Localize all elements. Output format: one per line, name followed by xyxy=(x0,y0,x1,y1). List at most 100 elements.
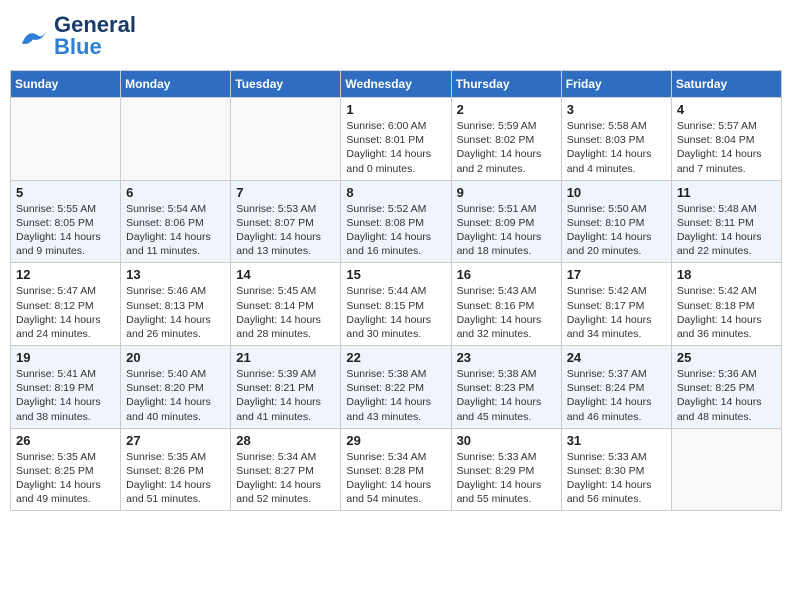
day-number: 2 xyxy=(457,102,556,117)
calendar-week-row: 1Sunrise: 6:00 AMSunset: 8:01 PMDaylight… xyxy=(11,98,782,181)
header: GeneralBlue xyxy=(10,10,782,62)
calendar-cell: 27 Sunrise: 5:35 AMSunset: 8:26 PMDayligh… xyxy=(121,428,231,511)
day-info: Sunrise: 5:40 AMSunset: 8:20 PMDaylight:… xyxy=(126,367,225,424)
calendar-cell: 7Sunrise: 5:53 AMSunset: 8:07 PMDaylight… xyxy=(231,180,341,263)
day-info: Sunrise: 5:34 AMSunset: 8:27 PMDaylight:… xyxy=(236,450,335,507)
day-number: 4 xyxy=(677,102,776,117)
day-number: 8 xyxy=(346,185,445,200)
day-info: Sunrise: 5:39 AMSunset: 8:21 PMDaylight:… xyxy=(236,367,335,424)
day-info: Sunrise: 5:38 AMSunset: 8:23 PMDaylight:… xyxy=(457,367,556,424)
calendar-cell: 21Sunrise: 5:39 AMSunset: 8:21 PMDayligh… xyxy=(231,346,341,429)
day-number: 25 xyxy=(677,350,776,365)
day-number: 6 xyxy=(126,185,225,200)
day-info: Sunrise: 5:55 AMSunset: 8:05 PMDaylight:… xyxy=(16,202,115,259)
calendar-cell: 20 Sunrise: 5:40 AMSunset: 8:20 PMDayligh… xyxy=(121,346,231,429)
day-number: 30 xyxy=(457,433,556,448)
day-number: 28 xyxy=(236,433,335,448)
logo: GeneralBlue xyxy=(18,14,136,58)
calendar-cell xyxy=(671,428,781,511)
day-number: 10 xyxy=(567,185,666,200)
calendar-cell: 18 Sunrise: 5:42 AMSunset: 8:18 PMDayligh… xyxy=(671,263,781,346)
day-number: 26 xyxy=(16,433,115,448)
calendar-week-row: 26 Sunrise: 5:35 AMSunset: 8:25 PMDayligh… xyxy=(11,428,782,511)
calendar-cell: 3 Sunrise: 5:58 AMSunset: 8:03 PMDaylight… xyxy=(561,98,671,181)
calendar-cell xyxy=(231,98,341,181)
day-number: 19 xyxy=(16,350,115,365)
day-info: Sunrise: 5:54 AMSunset: 8:06 PMDaylight:… xyxy=(126,202,225,259)
day-info: Sunrise: 5:44 AMSunset: 8:15 PMDaylight:… xyxy=(346,284,445,341)
day-number: 24 xyxy=(567,350,666,365)
calendar-cell: 19 Sunrise: 5:41 AMSunset: 8:19 PMDayligh… xyxy=(11,346,121,429)
calendar-cell: 22 Sunrise: 5:38 AMSunset: 8:22 PMDayligh… xyxy=(341,346,451,429)
calendar-cell: 11Sunrise: 5:48 AMSunset: 8:11 PMDayligh… xyxy=(671,180,781,263)
day-number: 22 xyxy=(346,350,445,365)
day-number: 23 xyxy=(457,350,556,365)
weekday-header-row: SundayMondayTuesdayWednesdayThursdayFrid… xyxy=(11,71,782,98)
day-number: 16 xyxy=(457,267,556,282)
day-number: 5 xyxy=(16,185,115,200)
day-info: Sunrise: 5:45 AMSunset: 8:14 PMDaylight:… xyxy=(236,284,335,341)
day-info: Sunrise: 5:33 AMSunset: 8:30 PMDaylight:… xyxy=(567,450,666,507)
day-number: 7 xyxy=(236,185,335,200)
day-info: Sunrise: 5:46 AMSunset: 8:13 PMDaylight:… xyxy=(126,284,225,341)
calendar-cell: 31Sunrise: 5:33 AMSunset: 8:30 PMDayligh… xyxy=(561,428,671,511)
day-number: 13 xyxy=(126,267,225,282)
day-info: Sunrise: 5:35 AMSunset: 8:25 PMDaylight:… xyxy=(16,450,115,507)
day-info: Sunrise: 5:42 AMSunset: 8:18 PMDaylight:… xyxy=(677,284,776,341)
calendar-cell: 26 Sunrise: 5:35 AMSunset: 8:25 PMDayligh… xyxy=(11,428,121,511)
calendar-cell: 8Sunrise: 5:52 AMSunset: 8:08 PMDaylight… xyxy=(341,180,451,263)
day-info: Sunrise: 5:41 AMSunset: 8:19 PMDaylight:… xyxy=(16,367,115,424)
calendar-cell: 5 Sunrise: 5:55 AMSunset: 8:05 PMDaylight… xyxy=(11,180,121,263)
day-info: Sunrise: 5:42 AMSunset: 8:17 PMDaylight:… xyxy=(567,284,666,341)
day-info: Sunrise: 5:38 AMSunset: 8:22 PMDaylight:… xyxy=(346,367,445,424)
day-info: Sunrise: 5:48 AMSunset: 8:11 PMDaylight:… xyxy=(677,202,776,259)
day-number: 18 xyxy=(677,267,776,282)
weekday-header-friday: Friday xyxy=(561,71,671,98)
day-number: 9 xyxy=(457,185,556,200)
day-info: Sunrise: 5:58 AMSunset: 8:03 PMDaylight:… xyxy=(567,119,666,176)
calendar-cell: 9 Sunrise: 5:51 AMSunset: 8:09 PMDaylight… xyxy=(451,180,561,263)
day-info: Sunrise: 5:33 AMSunset: 8:29 PMDaylight:… xyxy=(457,450,556,507)
weekday-header-wednesday: Wednesday xyxy=(341,71,451,98)
calendar-cell xyxy=(11,98,121,181)
calendar-cell: 6 Sunrise: 5:54 AMSunset: 8:06 PMDaylight… xyxy=(121,180,231,263)
calendar-cell: 29 Sunrise: 5:34 AMSunset: 8:28 PMDayligh… xyxy=(341,428,451,511)
calendar-cell: 16Sunrise: 5:43 AMSunset: 8:16 PMDayligh… xyxy=(451,263,561,346)
calendar-cell: 25 Sunrise: 5:36 AMSunset: 8:25 PMDayligh… xyxy=(671,346,781,429)
day-number: 17 xyxy=(567,267,666,282)
day-number: 14 xyxy=(236,267,335,282)
calendar-week-row: 12Sunrise: 5:47 AMSunset: 8:12 PMDayligh… xyxy=(11,263,782,346)
calendar-cell: 10 Sunrise: 5:50 AMSunset: 8:10 PMDayligh… xyxy=(561,180,671,263)
day-number: 15 xyxy=(346,267,445,282)
day-number: 20 xyxy=(126,350,225,365)
day-info: Sunrise: 5:57 AMSunset: 8:04 PMDaylight:… xyxy=(677,119,776,176)
day-info: Sunrise: 5:34 AMSunset: 8:28 PMDaylight:… xyxy=(346,450,445,507)
calendar-cell: 1Sunrise: 6:00 AMSunset: 8:01 PMDaylight… xyxy=(341,98,451,181)
day-number: 1 xyxy=(346,102,445,117)
day-info: Sunrise: 5:37 AMSunset: 8:24 PMDaylight:… xyxy=(567,367,666,424)
calendar-cell: 15 Sunrise: 5:44 AMSunset: 8:15 PMDayligh… xyxy=(341,263,451,346)
calendar-cell: 30 Sunrise: 5:33 AMSunset: 8:29 PMDayligh… xyxy=(451,428,561,511)
calendar-cell: 4 Sunrise: 5:57 AMSunset: 8:04 PMDaylight… xyxy=(671,98,781,181)
day-number: 29 xyxy=(346,433,445,448)
calendar-cell: 17 Sunrise: 5:42 AMSunset: 8:17 PMDayligh… xyxy=(561,263,671,346)
calendar-cell: 13 Sunrise: 5:46 AMSunset: 8:13 PMDayligh… xyxy=(121,263,231,346)
day-info: Sunrise: 5:36 AMSunset: 8:25 PMDaylight:… xyxy=(677,367,776,424)
calendar-cell: 14 Sunrise: 5:45 AMSunset: 8:14 PMDayligh… xyxy=(231,263,341,346)
calendar-cell: 28 Sunrise: 5:34 AMSunset: 8:27 PMDayligh… xyxy=(231,428,341,511)
day-info: Sunrise: 5:51 AMSunset: 8:09 PMDaylight:… xyxy=(457,202,556,259)
calendar-table: SundayMondayTuesdayWednesdayThursdayFrid… xyxy=(10,70,782,511)
logo-bird-icon xyxy=(18,21,48,51)
calendar-week-row: 19 Sunrise: 5:41 AMSunset: 8:19 PMDayligh… xyxy=(11,346,782,429)
weekday-header-monday: Monday xyxy=(121,71,231,98)
day-number: 27 xyxy=(126,433,225,448)
day-number: 12 xyxy=(16,267,115,282)
day-info: Sunrise: 5:50 AMSunset: 8:10 PMDaylight:… xyxy=(567,202,666,259)
day-info: Sunrise: 5:35 AMSunset: 8:26 PMDaylight:… xyxy=(126,450,225,507)
day-number: 3 xyxy=(567,102,666,117)
weekday-header-saturday: Saturday xyxy=(671,71,781,98)
weekday-header-sunday: Sunday xyxy=(11,71,121,98)
weekday-header-tuesday: Tuesday xyxy=(231,71,341,98)
calendar-cell: 2Sunrise: 5:59 AMSunset: 8:02 PMDaylight… xyxy=(451,98,561,181)
calendar-cell: 23 Sunrise: 5:38 AMSunset: 8:23 PMDayligh… xyxy=(451,346,561,429)
